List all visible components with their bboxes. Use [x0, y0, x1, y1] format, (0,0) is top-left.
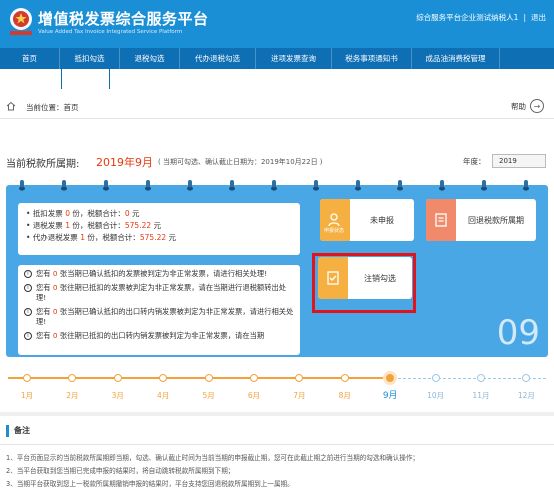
user-area: 综合服务平台企业测试纳税人1 | 退出: [416, 12, 546, 23]
binder-ring: [271, 180, 277, 191]
notice-message[interactable]: i 您有 0 张往期已抵扣的发票被判定为非正常发票，请在当期进行退税额转出处理!: [24, 283, 294, 303]
note-line: 1、平台页面显示的当前税款所属期即当期，勾选、确认截止时间为当前当期的申报截止期…: [6, 454, 420, 462]
home-icon: [6, 101, 16, 111]
notes-title: 备注: [6, 425, 30, 437]
highlight-frame: [312, 253, 416, 313]
binder-ring: [19, 180, 25, 191]
timeline-month-label[interactable]: 10月: [427, 390, 444, 401]
timeline-dot[interactable]: [340, 374, 349, 382]
info-icon: i: [24, 284, 32, 292]
document-back-icon: [435, 213, 447, 227]
back-period-label: 回退税款所属期: [468, 215, 524, 225]
nav-invoice-query[interactable]: 进项发票查询: [256, 48, 332, 69]
tax-emblem-icon: [10, 8, 32, 35]
timeline-month-label[interactable]: 3月: [112, 390, 124, 401]
stat-refund: • 退税发票 1 份，税额合计：575.22 元: [26, 221, 162, 230]
timeline-dot[interactable]: [383, 371, 398, 385]
help-label: 帮助: [511, 101, 526, 111]
invoice-stats: • 抵扣发票 0 份，税额合计：0 元 • 退税发票 1 份，税额合计：575.…: [18, 203, 300, 255]
app-title: 增值税发票综合服务平台: [38, 10, 209, 28]
timeline-dot[interactable]: [431, 374, 440, 382]
binder-ring: [313, 180, 319, 191]
info-icon: i: [24, 332, 32, 340]
nav-deduct-check[interactable]: 抵扣勾选: [60, 48, 120, 69]
notice-message[interactable]: i 您有 0 张往期已抵扣的出口转内销发票被判定为非正常发票，请在当期: [24, 331, 294, 341]
user-name[interactable]: 综合服务平台企业测试纳税人1: [416, 13, 518, 22]
declare-status-label: 未申报: [370, 215, 394, 225]
breadcrumb: 当前位置：首页 帮助 →: [0, 93, 554, 119]
declare-status-tile[interactable]: 申报状态 未申报: [320, 199, 414, 241]
nav-tax-notice[interactable]: 税务事项通知书: [332, 48, 412, 69]
back-period-icon: [426, 199, 456, 241]
timeline-month-label[interactable]: 6月: [248, 390, 260, 401]
back-period-tile[interactable]: 回退税款所属期: [426, 199, 536, 241]
timeline-month-label[interactable]: 5月: [202, 390, 214, 401]
main-nav: 首页 抵扣勾选 退税勾选 代办退税勾选 进项发票查询 税务事项通知书 成品油消费…: [0, 48, 554, 69]
timeline-dot[interactable]: [204, 374, 213, 382]
separator: |: [523, 13, 526, 22]
timeline-month-label[interactable]: 12月: [518, 390, 535, 401]
timeline-dot[interactable]: [68, 374, 77, 382]
notice-message[interactable]: i 您有 0 张当期已确认抵扣的发票被判定为非正常发票，请进行相关处理!: [24, 269, 294, 279]
timeline-dot[interactable]: [113, 374, 122, 382]
timeline-dot[interactable]: [159, 374, 168, 382]
binder-ring: [355, 180, 361, 191]
binder-ring: [145, 180, 151, 191]
declare-status-icon: 申报状态: [320, 199, 350, 241]
declare-status-sub: 申报状态: [324, 228, 345, 234]
year-label: 年度：: [463, 157, 486, 166]
binder-ring: [397, 180, 403, 191]
timeline-dot[interactable]: [477, 374, 485, 382]
period-row: 当前税款所属期: 2019年9月 ( 当期可勾选、确认截止日期为：2019年10…: [0, 150, 554, 172]
stat-deduct: • 抵扣发票 0 份，税额合计：0 元: [26, 209, 140, 218]
arrow-right-icon: →: [530, 99, 544, 113]
year-select[interactable]: 2019: [492, 154, 546, 168]
period-value: 2019年9月: [96, 156, 153, 169]
timeline-month-label[interactable]: 11月: [472, 390, 489, 401]
timeline-dot[interactable]: [250, 374, 258, 382]
binder-ring: [481, 180, 487, 191]
calendar-card: • 抵扣发票 0 份，税额合计：0 元 • 退税发票 1 份，税额合计：575.…: [6, 180, 548, 357]
timeline-month-label[interactable]: 1月: [21, 390, 33, 401]
app-header: 增值税发票综合服务平台 Value Added Tax Invoice Inte…: [0, 0, 554, 48]
timeline-month-label[interactable]: 7月: [293, 390, 305, 401]
note-line: 2、当平台获取到您当期已完成申报的结果时，将自动跳转税款所属期到下期；: [6, 467, 235, 475]
nav-oil-tax[interactable]: 成品油消费税管理: [412, 48, 500, 69]
notice-message[interactable]: i 您有 0 张当期已确认抵扣的出口转内销发票被判定为非正常发票，请进行相关处理…: [24, 307, 294, 327]
nav-home[interactable]: 首页: [0, 48, 60, 69]
binder-ring: [61, 180, 67, 191]
timeline-progress: [8, 377, 388, 379]
app-subtitle: Value Added Tax Invoice Integrated Servi…: [38, 29, 183, 35]
logout-link[interactable]: 退出: [531, 13, 546, 22]
binder-ring: [229, 180, 235, 191]
timeline-month-label[interactable]: 4月: [157, 390, 169, 401]
binder-ring: [187, 180, 193, 191]
timeline-dot[interactable]: [23, 374, 31, 382]
current-month-number: 09: [496, 313, 540, 353]
timeline-dot[interactable]: [522, 374, 531, 382]
binder-ring: [103, 180, 109, 191]
notes-divider: [0, 444, 554, 445]
info-icon: i: [24, 308, 32, 316]
nav-refund-check[interactable]: 退税勾选: [120, 48, 180, 69]
help-button[interactable]: 帮助 →: [511, 99, 544, 113]
section-divider: [0, 412, 554, 416]
info-icon: i: [24, 270, 32, 278]
note-line: 3、当期平台获取到您上一税款所属期撤销申报的结果时，平台支持您回退税款所属期到上…: [6, 480, 294, 488]
nav-divider: [61, 69, 62, 89]
nav-agent-refund-check[interactable]: 代办退税勾选: [180, 48, 256, 69]
timeline-month-label[interactable]: 8月: [339, 390, 351, 401]
timeline-dot[interactable]: [295, 374, 304, 382]
breadcrumb-label: 当前位置：首页: [26, 103, 79, 112]
binder-ring: [523, 180, 529, 191]
nav-divider: [109, 69, 110, 89]
stat-agent-refund: • 代办退税发票 1 份，税额合计：575.22 元: [26, 233, 177, 242]
timeline-month-label[interactable]: 9月: [383, 388, 398, 401]
period-note: ( 当期可勾选、确认截止日期为：2019年10月22日 ): [158, 158, 323, 166]
notice-messages: i 您有 0 张当期已确认抵扣的发票被判定为非正常发票，请进行相关处理! i 您…: [18, 265, 300, 355]
user-gear-icon: [328, 213, 340, 227]
binder-ring: [439, 180, 445, 191]
timeline-month-label[interactable]: 2月: [66, 390, 78, 401]
period-label: 当前税款所属期:: [6, 159, 80, 170]
